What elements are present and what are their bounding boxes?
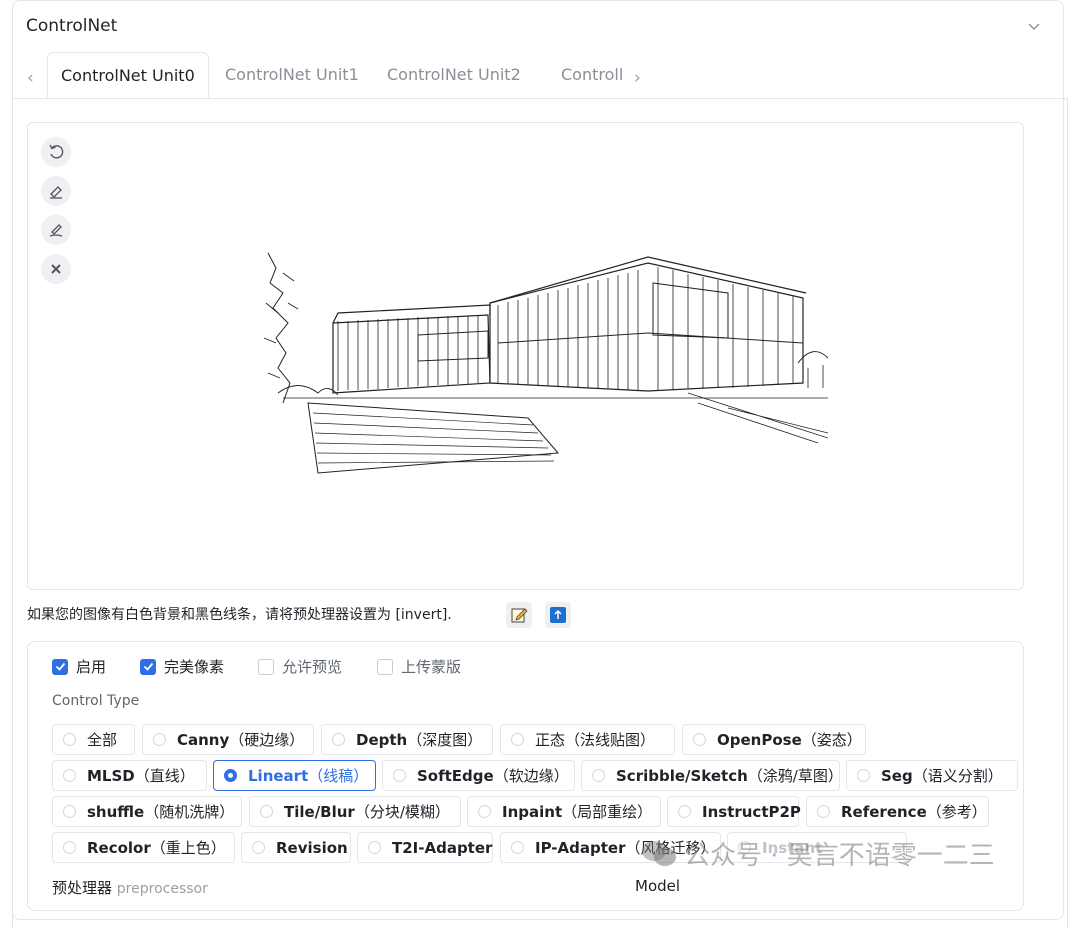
upload-arrow-icon[interactable]: [545, 602, 571, 628]
radio-selected-icon: [224, 769, 237, 782]
radio-tile-blur[interactable]: Tile/Blur （分块/模糊）: [249, 796, 461, 827]
radio-inpaint[interactable]: Inpaint （局部重绘）: [467, 796, 661, 827]
radio-all[interactable]: 全部: [52, 724, 135, 755]
brush-icon[interactable]: [41, 215, 71, 245]
radio-dot-icon: [260, 805, 273, 818]
radio-depth[interactable]: Depth （深度图）: [321, 724, 493, 755]
chevron-down-icon[interactable]: [1027, 19, 1041, 33]
radio-dot-icon: [368, 841, 381, 854]
radio-canny[interactable]: Canny （硬边缘）: [142, 724, 314, 755]
enable-checkbox[interactable]: 启用: [52, 656, 106, 677]
control-type-label: Control Type: [52, 693, 140, 709]
model-label: Model: [635, 877, 681, 895]
checkbox-checked-icon[interactable]: [52, 658, 68, 675]
radio-recolor[interactable]: Recolor （重上色）: [52, 832, 235, 863]
unit-tabs: ‹ ControlNet Unit0 ControlNet Unit1 Cont…: [12, 52, 1042, 99]
radio-normal[interactable]: 正态 （法线贴图）: [500, 724, 675, 755]
radio-dot-icon: [478, 805, 491, 818]
wechat-icon: [642, 840, 676, 866]
radio-t2i-adapter[interactable]: T2I-Adapter: [357, 832, 493, 863]
enable-label: 启用: [76, 658, 107, 676]
radio-dot-icon: [393, 769, 406, 782]
radio-dot-icon: [857, 769, 870, 782]
radio-dot-icon: [511, 841, 524, 854]
invert-hint-text: 如果您的图像有白色背景和黑色线条，请将预处理器设置为 [invert].: [27, 607, 452, 623]
radio-openpose[interactable]: OpenPose （姿态）: [682, 724, 866, 755]
radio-dot-icon: [817, 805, 830, 818]
pixel-perfect-label: 完美像素: [164, 658, 225, 676]
edit-note-icon[interactable]: [506, 602, 532, 628]
checkbox-checked-icon[interactable]: [140, 658, 156, 675]
radio-dot-icon: [63, 805, 76, 818]
radio-dot-icon: [252, 841, 265, 854]
allow-preview-label: 允许预览: [282, 658, 343, 676]
image-canvas[interactable]: [27, 122, 1024, 590]
tab-unit2[interactable]: ControlNet Unit2: [387, 52, 521, 99]
radio-dot-icon: [63, 841, 76, 854]
preprocessor-label: 预处理器 preprocessor: [52, 879, 208, 897]
radio-shuffle[interactable]: shuffle （随机洗牌）: [52, 796, 242, 827]
radio-reference[interactable]: Reference （参考）: [806, 796, 989, 827]
radio-dot-icon: [678, 805, 691, 818]
tab-unit3[interactable]: Controll: [561, 52, 623, 99]
radio-dot-icon: [592, 769, 605, 782]
undo-icon[interactable]: [41, 137, 71, 167]
upload-mask-checkbox[interactable]: 上传蒙版: [377, 656, 461, 677]
tab-scroll-right-icon[interactable]: ›: [634, 68, 641, 88]
panel-title[interactable]: ControlNet: [26, 16, 117, 36]
radio-dot-icon: [693, 733, 706, 746]
radio-softedge[interactable]: SoftEdge （软边缘）: [382, 760, 575, 791]
tab-unit0[interactable]: ControlNet Unit0: [47, 52, 209, 99]
checkbox-unchecked-icon[interactable]: [258, 658, 274, 675]
tab-panel-border-left: [12, 98, 13, 928]
radio-lineart[interactable]: Lineart （线稿）: [213, 760, 376, 791]
radio-dot-icon: [511, 733, 524, 746]
tab-unit1[interactable]: ControlNet Unit1: [225, 52, 359, 99]
allow-preview-checkbox[interactable]: 允许预览: [258, 656, 342, 677]
radio-seg[interactable]: Seg （语义分割）: [846, 760, 1018, 791]
radio-dot-icon: [332, 733, 345, 746]
watermark: 公众号 · 吴言不语零一二三: [640, 835, 995, 872]
radio-instructp2p[interactable]: InstructP2P: [667, 796, 801, 827]
radio-dot-icon: [63, 769, 76, 782]
checkbox-unchecked-icon[interactable]: [377, 658, 393, 675]
tab-divider: [12, 98, 1068, 99]
upload-mask-label: 上传蒙版: [401, 658, 462, 676]
tab-scroll-left-icon[interactable]: ‹: [27, 68, 34, 88]
clear-icon[interactable]: [41, 254, 71, 284]
lineart-sketch-image: [263, 252, 828, 474]
radio-scribble-sketch[interactable]: Scribble/Sketch （涂鸦/草图）: [581, 760, 843, 791]
radio-revision[interactable]: Revision: [241, 832, 351, 863]
tab-panel-border-right: [1067, 98, 1068, 928]
eraser-icon[interactable]: [41, 176, 71, 206]
radio-dot-icon: [153, 733, 166, 746]
pixel-perfect-checkbox[interactable]: 完美像素: [140, 656, 224, 677]
radio-dot-icon: [63, 733, 76, 746]
radio-mlsd[interactable]: MLSD （直线）: [52, 760, 207, 791]
